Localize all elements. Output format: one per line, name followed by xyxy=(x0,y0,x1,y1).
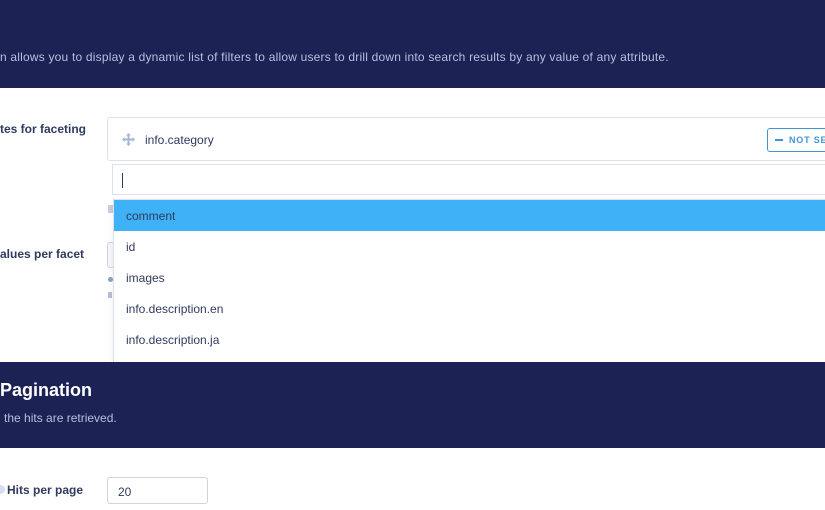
minus-icon xyxy=(775,138,783,141)
dropdown-option-images[interactable]: images xyxy=(114,262,825,293)
pagination-title: Pagination xyxy=(0,380,93,400)
facet-attribute-item[interactable]: info.category NOT SE xyxy=(107,117,825,161)
pagination-header-banner: Pagination the hits are retrieved. xyxy=(0,362,825,448)
hits-per-page-label: Hits per page xyxy=(7,483,84,497)
info-dot-icon xyxy=(0,485,5,494)
drag-move-icon[interactable] xyxy=(122,133,135,146)
sort-mode-label: NOT SE xyxy=(789,135,825,145)
text-caret xyxy=(122,173,123,188)
faceting-header-banner: n allows you to display a dynamic list o… xyxy=(0,0,825,88)
dropdown-option-id[interactable]: id xyxy=(114,231,825,262)
dropdown-option-info-description-en[interactable]: info.description.en xyxy=(114,293,825,324)
faceting-description: n allows you to display a dynamic list o… xyxy=(0,50,669,64)
max-values-per-facet-label: alues per facet xyxy=(0,247,85,261)
dropdown-option-info-description-ja[interactable]: info.description.ja xyxy=(114,324,825,355)
hidden-text-edge xyxy=(108,292,112,298)
facet-attribute-name: info.category xyxy=(145,133,214,147)
attribute-search-input[interactable] xyxy=(112,164,825,195)
hits-per-page-input[interactable]: 20 xyxy=(107,477,208,504)
sort-mode-button[interactable]: NOT SE xyxy=(767,128,825,152)
dropdown-option-comment[interactable]: comment xyxy=(114,200,825,231)
attributes-for-faceting-label: tes for faceting xyxy=(0,122,87,136)
page: n allows you to display a dynamic list o… xyxy=(0,0,825,510)
pagination-description: the hits are retrieved. xyxy=(4,411,117,425)
